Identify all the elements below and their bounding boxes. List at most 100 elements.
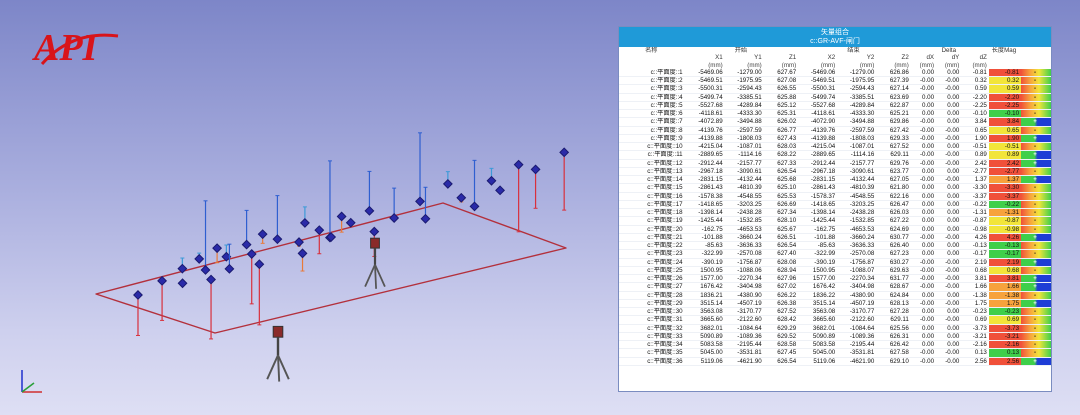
cell-x1: -5527.68 [685,101,725,111]
table-row[interactable]: c::平面度::22 -85.63 -3636.33 626.54 -85.63 -363… [619,241,1051,251]
cell-x1: 3665.60 [685,315,725,325]
table-row[interactable]: c::平面度::24 -390.19 -1756.87 628.08 -390.19 -1… [619,258,1051,267]
measurement-point [206,274,216,285]
measurement-point [314,225,325,236]
table-row[interactable]: c::平面度::35 5045.00 -3531.81 627.45 5045.00 -3… [619,348,1051,358]
magnitude-cell: -0.51 [988,142,1022,152]
table-row[interactable]: c::平面度::23 -322.99 -2570.08 627.40 -322.99 -2… [619,249,1051,259]
table-row[interactable]: c::平面度::26 1577.00 -2270.34 627.96 1577.00 -2… [619,274,1051,284]
table-row[interactable]: c::平面度::34 5083.58 -2195.44 628.58 5083.58 -2… [619,340,1051,350]
cell-dz: 0.69 [961,315,989,325]
measurement-point [456,192,467,203]
cell-y2: -1084.64 [837,324,877,333]
cell-y2: -3203.25 [837,200,877,210]
cell-dx: 0.00 [910,192,937,201]
table-row[interactable]: c::平面度::15 -2861.43 -4810.39 625.10 -2861.43… [619,183,1051,193]
cell-y2: -1532.85 [837,216,877,226]
table-row[interactable]: c::平面度::11 -2889.65 -1114.16 628.22 -2889.65… [619,150,1051,160]
cell-z2: 625.56 [876,324,911,333]
cell-dx: -0.00 [910,266,937,276]
table-row[interactable]: c::平面度::29 3515.14 -4507.19 626.38 3515.14 -4… [619,299,1051,309]
cell-z2: 626.86 [876,68,911,77]
cell-x2: -85.63 [798,241,838,251]
table-row[interactable]: c::平面度::7 -4072.89 -3494.88 626.02 -4072.90-… [619,117,1051,127]
cell-dx: -0.00 [910,159,937,168]
magnitude-cell: 1.75 [988,299,1022,309]
cell-dy: 0.00 [936,142,962,152]
magnitude-cell: 0.13 [988,348,1022,358]
cell-dx: -0.00 [910,348,937,358]
cell-dz: -0.13 [961,241,989,251]
table-row[interactable]: c::平面度::8 -4139.76 -2597.59 626.77 -4139.76-… [619,126,1051,135]
table-row[interactable]: c::平面度::31 3665.60 -2122.60 628.42 3665.60 -2… [619,315,1051,325]
cell-x2: -4118.61 [798,109,838,119]
cell-x2: -1398.14 [798,208,838,218]
cell-dx: -0.00 [910,299,937,309]
cell-y1: -1087.01 [724,142,764,152]
cell-z1: 625.12 [763,101,799,111]
table-row[interactable]: c::平面度::25 1500.95 -1088.06 628.94 1500.95 -1… [619,266,1051,276]
cell-z2: 627.39 [876,76,911,86]
cell-x1: -2861.43 [685,183,725,193]
tolerance-indicator: - [1021,200,1051,210]
magnitude-cell: 1.66 [988,282,1022,292]
point-name: c::平面度::34 [619,340,686,350]
indicator-sign: - [1033,126,1037,134]
table-row[interactable]: c::平面度::10 -4215.04 -1087.01 628.03 -4215.04… [619,142,1051,152]
cell-x2: -5469.06 [798,68,838,77]
cell-dy: -0.00 [936,233,962,243]
table-row[interactable]: c::平面度::5 -5527.68 -4289.84 625.12 -5527.68-… [619,101,1051,111]
table-row[interactable]: c::平面度::36 5119.06 -4621.90 626.54 5119.06 -4… [619,357,1051,366]
col-end-header: 结束 [847,47,860,55]
cell-dy: -0.00 [936,258,962,267]
table-row[interactable]: c::平面度::33 5090.89 -1089.36 629.52 5090.89 -1… [619,332,1051,342]
table-row[interactable]: c::平面度::30 3563.08 -3170.77 627.52 3563.08 -3… [619,307,1051,317]
cell-x1: -2912.44 [685,159,725,168]
cell-x2: -1578.37 [798,192,838,201]
table-row[interactable]: c::平面度::1 -5469.06 -1279.00 627.67 -5469.06-… [619,68,1051,77]
measurement-point [442,178,453,189]
magnitude-cell: 0.65 [988,126,1022,135]
cell-x2: -4139.88 [798,134,838,144]
tolerance-indicator: - [1021,167,1051,177]
cell-dy: 0.00 [936,216,962,226]
table-row[interactable]: c::平面度::4 -5499.74 -3385.51 625.88 -5499.74-… [619,93,1051,102]
platform-outline [95,202,567,334]
tolerance-indicator: - [1021,208,1051,218]
table-row[interactable]: c::平面度::13 -2967.18 -3090.61 626.54 -2967.18… [619,167,1051,177]
point-name: c::平面度::18 [619,208,686,218]
tolerance-indicator: - [1021,315,1051,325]
table-row[interactable]: c::平面度::20 -162.75 -4653.53 625.67 -162.75 -4… [619,225,1051,234]
magnitude-cell: -1.31 [988,208,1022,218]
table-row[interactable]: c::平面度::14 -2831.15 -4132.44 625.68 -2831.15… [619,175,1051,185]
cell-z1: 626.54 [763,357,799,366]
indicator-sign: - [1033,349,1037,357]
table-row[interactable]: c::平面度::18 -1398.14 -2438.28 627.34 -1398.14… [619,208,1051,218]
table-row[interactable]: c::平面度::2 -5469.51 -1975.95 627.08 -5469.51-… [619,76,1051,86]
table-row[interactable]: c::平面度::6 -4118.61 -4333.30 625.31 -4118.61-… [619,109,1051,119]
table-row[interactable]: c::平面度::19 -1425.44 -1532.85 628.10 -1425.44… [619,216,1051,226]
table-row[interactable]: c::平面度::9 -4139.88 -1808.03 627.43 -4139.88-… [619,134,1051,144]
cell-dy: 0.00 [936,241,962,251]
cell-x2: -2831.15 [798,175,838,185]
cell-dx: 0.00 [910,291,937,300]
cell-z2: 627.52 [876,142,911,152]
cell-z2: 625.21 [876,109,911,119]
magnitude-cell: 1.90 [988,134,1022,144]
magnitude-cell: 1.37 [988,175,1022,185]
table-row[interactable]: c::平面度::21 -101.88 -3660.24 626.51 -101.88 -3… [619,233,1051,243]
table-row[interactable]: c::平面度::27 1676.42 -3404.98 627.02 1676.42 -3… [619,282,1051,292]
tolerance-indicator: + [1021,357,1051,366]
table-row[interactable]: c::平面度::3 -5500.31 -2594.43 626.55 -5500.31-… [619,84,1051,94]
cell-z2: 624.69 [876,225,911,234]
cell-z2: 627.23 [876,249,911,259]
table-row[interactable]: c::平面度::28 1836.21 -4380.90 626.22 1836.22 -4… [619,291,1051,300]
table-row[interactable]: c::平面度::17 -1418.65 -3203.25 626.69 -1418.65… [619,200,1051,210]
cell-z1: 627.96 [763,274,799,284]
cell-dz: 4.26 [961,233,989,243]
cell-dz: 0.89 [961,150,989,160]
table-row[interactable]: c::平面度::16 -1578.38 -4548.55 625.53 -1578.37… [619,192,1051,201]
table-row[interactable]: c::平面度::12 -2912.44 -2157.77 627.33 -2912.44… [619,159,1051,168]
table-row[interactable]: c::平面度::32 3682.01 -1084.64 629.29 3682.01 -1… [619,324,1051,333]
cell-dz: -0.23 [961,307,989,317]
